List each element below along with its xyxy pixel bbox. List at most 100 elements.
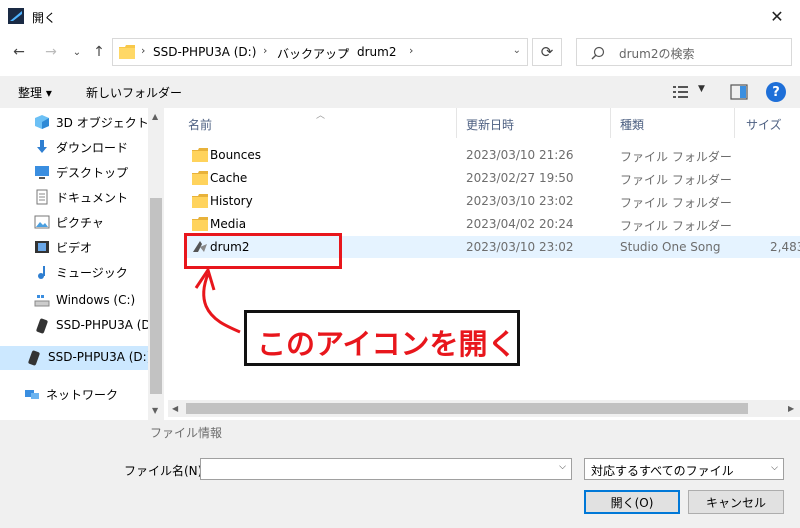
sidebar-item-ssd-d[interactable]: SSD-PHPU3A (D <box>0 314 151 338</box>
file-modified: 2023/03/10 23:02 <box>466 194 574 208</box>
table-row[interactable]: Bounces 2023/03/10 21:26 ファイル フォルダー <box>186 144 800 166</box>
sidebar-item-label: Windows (C:) <box>56 293 136 307</box>
command-bar: 整理 ▾ 新しいフォルダー ▼ ? <box>0 76 800 108</box>
usb-drive-icon <box>36 318 48 334</box>
download-icon <box>37 140 47 153</box>
column-header-type[interactable]: 種類 <box>620 116 644 133</box>
folder-icon <box>192 171 208 185</box>
title-bar: 開く ✕ <box>0 0 800 32</box>
address-bar[interactable]: › SSD-PHPU3A (D:) › バックアップ › drum2 › ⌄ <box>112 38 528 66</box>
chevron-down-icon[interactable]: ⌵ <box>771 463 778 473</box>
breadcrumb-separator: › <box>409 44 414 57</box>
sidebar-item-ssd-d-selected[interactable]: SSD-PHPU3A (D:) <box>0 346 152 370</box>
scroll-right-icon[interactable]: ▶ <box>788 404 794 413</box>
usb-drive-icon <box>28 350 40 366</box>
sidebar-item-3d-objects[interactable]: 3D オブジェクト <box>0 110 149 134</box>
file-size: 2,483 <box>770 240 800 254</box>
sidebar-item-documents[interactable]: ドキュメント <box>0 185 148 209</box>
navigation-pane: 3D オブジェクト ダウンロード デスクトップ ドキュメント ピクチャ ビデオ <box>0 108 164 420</box>
network-icon <box>25 390 39 399</box>
sidebar-item-label: SSD-PHPU3A (D:) <box>48 350 152 364</box>
sidebar-item-label: ビデオ <box>56 241 93 255</box>
scroll-up-icon[interactable]: ▲ <box>152 112 158 121</box>
dialog-footer: ファイル名(N): ⌵ 対応するすべてのファイル ⌵ 開く(O) キャンセル <box>0 442 800 528</box>
filter-value: 対応するすべてのファイル <box>591 464 734 478</box>
new-folder-button[interactable]: 新しいフォルダー <box>86 84 182 101</box>
column-header-name[interactable]: 名前 <box>188 116 212 133</box>
drive-icon <box>34 295 50 307</box>
file-type: ファイル フォルダー <box>620 196 732 210</box>
scrollbar-thumb[interactable] <box>150 198 162 394</box>
navigation-bar: ← → ⌄ ↑ › SSD-PHPU3A (D:) › バックアップ › dru… <box>0 36 800 68</box>
view-options-icon[interactable] <box>672 84 690 100</box>
back-button[interactable]: ← <box>8 40 30 64</box>
breadcrumb-separator: › <box>263 44 268 57</box>
breadcrumb-drive[interactable]: SSD-PHPU3A (D:) <box>153 45 256 59</box>
view-dropdown-icon[interactable]: ▼ <box>698 84 705 94</box>
file-name: Cache <box>210 171 248 185</box>
sidebar-item-windows-c[interactable]: Windows (C:) <box>0 289 148 313</box>
breadcrumb-drum2[interactable]: drum2 <box>357 45 396 59</box>
sidebar-item-label: ネットワーク <box>46 388 119 402</box>
sidebar-item-desktop[interactable]: デスクトップ <box>0 160 148 184</box>
folder-icon <box>192 148 208 162</box>
sidebar-item-downloads[interactable]: ダウンロード <box>0 135 148 159</box>
column-divider[interactable] <box>456 108 457 138</box>
file-modified: 2023/03/10 21:26 <box>466 148 574 162</box>
column-divider[interactable] <box>734 108 735 138</box>
table-row[interactable]: Cache 2023/02/27 19:50 ファイル フォルダー <box>186 167 800 189</box>
picture-icon <box>34 215 50 229</box>
file-info-label: ファイル情報 <box>150 426 223 440</box>
file-name: History <box>210 194 253 208</box>
filename-input[interactable]: ⌵ <box>200 458 572 480</box>
file-modified: 2023/02/27 19:50 <box>466 171 574 185</box>
desktop-icon <box>35 166 49 179</box>
scrollbar-thumb[interactable] <box>186 403 748 414</box>
sidebar-item-network[interactable]: ネットワーク <box>0 382 148 406</box>
up-button[interactable]: ↑ <box>88 40 110 64</box>
horizontal-scrollbar[interactable]: ◀ ▶ <box>168 400 800 417</box>
breadcrumb-backup[interactable]: バックアップ <box>277 45 349 62</box>
sidebar-item-label: デスクトップ <box>56 166 129 180</box>
details-bar: ファイル情報 <box>0 420 800 442</box>
scroll-down-icon[interactable]: ▼ <box>152 406 158 415</box>
search-icon <box>591 46 605 60</box>
search-placeholder: drum2の検索 <box>619 47 695 61</box>
forward-button[interactable]: → <box>40 40 62 64</box>
file-modified: 2023/03/10 23:02 <box>466 240 574 254</box>
breadcrumb-separator: › <box>345 44 350 57</box>
refresh-button[interactable]: ⟳ <box>532 38 562 66</box>
sidebar-item-music[interactable]: ミュージック <box>0 260 148 284</box>
file-name: Media <box>210 217 247 231</box>
open-button[interactable]: 開く(O) <box>584 490 680 514</box>
sidebar-item-label: ダウンロード <box>56 141 129 155</box>
file-type: ファイル フォルダー <box>620 173 732 187</box>
file-type-filter[interactable]: 対応するすべてのファイル ⌵ <box>584 458 784 480</box>
file-name: Bounces <box>210 148 262 162</box>
document-icon <box>36 189 48 205</box>
preview-pane-icon[interactable] <box>730 84 748 100</box>
sidebar-item-pictures[interactable]: ピクチャ <box>0 210 148 234</box>
chevron-down-icon[interactable]: ⌵ <box>559 462 566 472</box>
column-divider[interactable] <box>610 108 611 138</box>
sidebar-item-label: ドキュメント <box>56 191 129 205</box>
address-dropdown[interactable]: ⌄ <box>513 45 521 56</box>
scroll-left-icon[interactable]: ◀ <box>172 404 178 413</box>
sidebar-scrollbar[interactable]: ▲ ▼ <box>148 108 164 420</box>
sidebar-item-videos[interactable]: ビデオ <box>0 235 148 259</box>
table-row[interactable]: Media 2023/04/02 20:24 ファイル フォルダー <box>186 213 800 235</box>
video-icon <box>35 241 49 253</box>
column-header-modified[interactable]: 更新日時 <box>466 116 514 133</box>
organize-button[interactable]: 整理 ▾ <box>18 84 52 101</box>
sidebar-item-label: 3D オブジェクト <box>56 116 149 130</box>
sort-ascending-icon: ︿ <box>316 111 326 121</box>
help-icon[interactable]: ? <box>766 82 786 102</box>
close-button[interactable]: ✕ <box>754 0 800 32</box>
file-list: ︿ 名前 更新日時 種類 サイズ Bounces 2023/03/10 21:2… <box>168 108 800 420</box>
column-header-size[interactable]: サイズ <box>746 116 782 133</box>
cancel-button[interactable]: キャンセル <box>688 490 784 514</box>
search-input[interactable]: drum2の検索 <box>576 38 792 66</box>
recent-locations-dropdown[interactable]: ⌄ <box>66 40 88 64</box>
table-row[interactable]: History 2023/03/10 23:02 ファイル フォルダー <box>186 190 800 212</box>
annotation-callout: このアイコンを開く <box>244 310 520 366</box>
